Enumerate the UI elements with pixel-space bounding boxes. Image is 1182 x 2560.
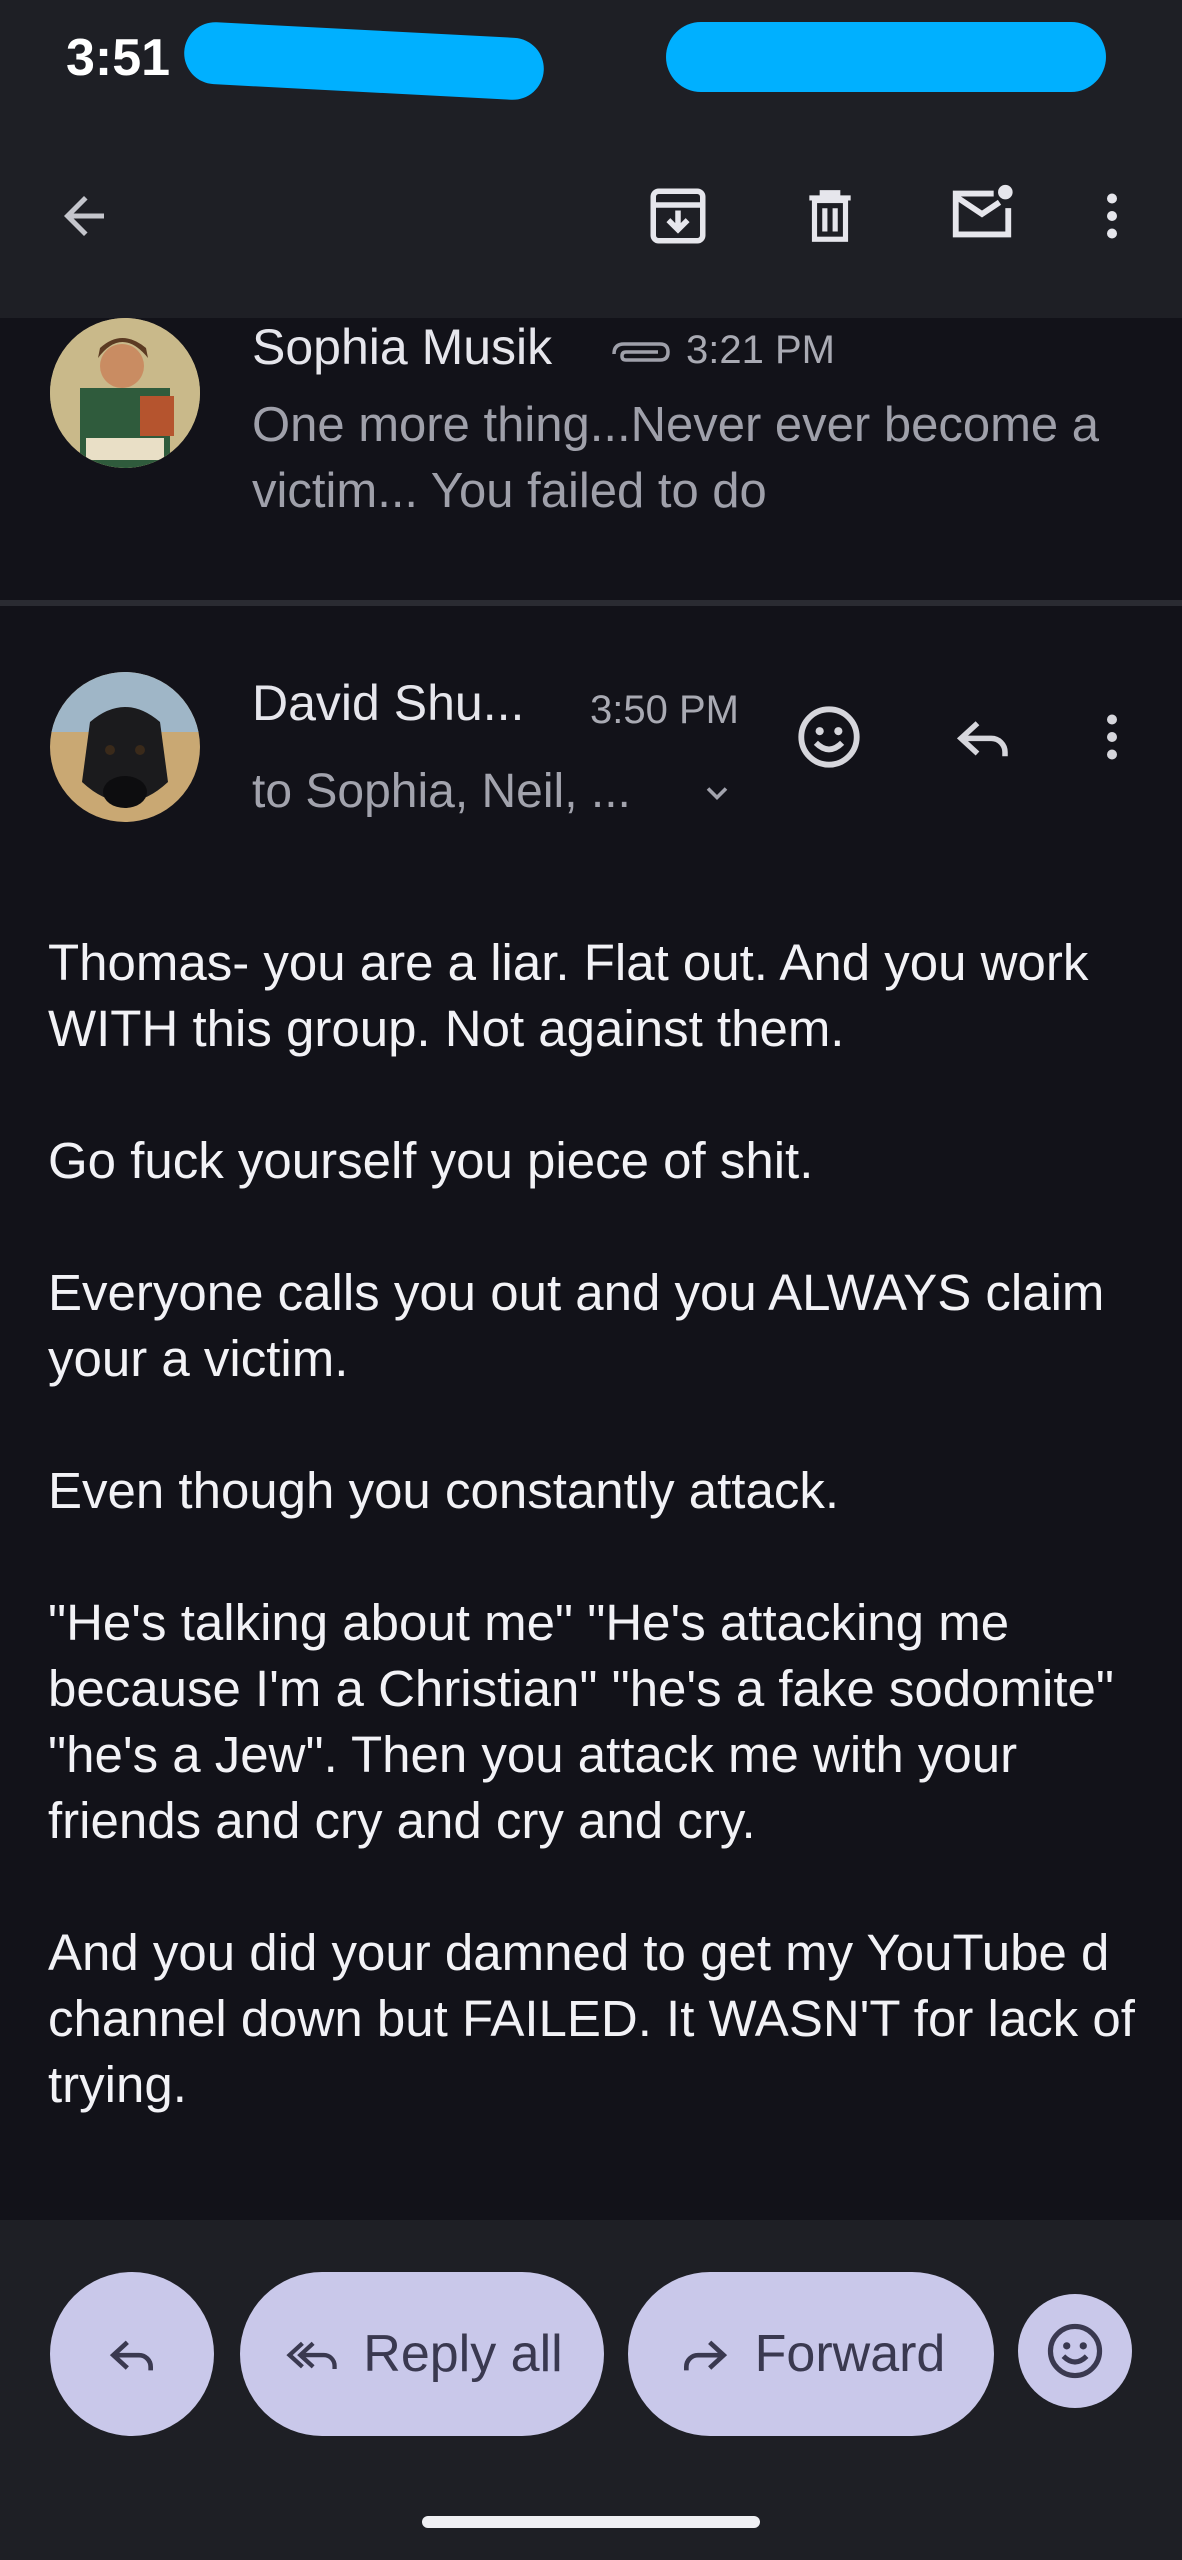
- divider: [0, 600, 1182, 606]
- reply-all-button[interactable]: Reply all: [240, 2272, 604, 2436]
- redaction-mark: [666, 22, 1106, 92]
- archive-button[interactable]: [638, 176, 718, 256]
- emoji-react-button[interactable]: [1018, 2294, 1132, 2408]
- body-paragraph: Thomas- you are a liar. Flat out. And yo…: [48, 934, 1089, 1057]
- reply-button[interactable]: [940, 694, 1026, 780]
- more-vert-icon: [1107, 714, 1117, 760]
- status-time: 3:51: [66, 29, 171, 87]
- body-paragraph: Even though you constantly attack.: [48, 1462, 839, 1519]
- sender-name: David Shu...: [252, 675, 525, 731]
- body-paragraph: Go fuck yourself you piece of shit.: [48, 1132, 814, 1189]
- chevron-down-icon: [706, 787, 728, 801]
- message-time: 3:21 PM: [686, 328, 835, 372]
- status-bar: 3:51: [0, 0, 1182, 120]
- message-time: 3:50 PM: [590, 688, 739, 732]
- reply-all-icon: [286, 2341, 337, 2369]
- home-indicator[interactable]: [422, 2516, 760, 2528]
- back-button[interactable]: [44, 176, 124, 256]
- expand-details-button[interactable]: [692, 768, 742, 818]
- message-more-button[interactable]: [1072, 694, 1152, 780]
- delete-button[interactable]: [790, 176, 870, 256]
- mail-unread-icon: [952, 184, 1013, 238]
- trash-icon: [809, 190, 851, 242]
- emoji-icon: [1047, 2323, 1103, 2379]
- more-vert-icon: [1107, 193, 1117, 239]
- forward-button[interactable]: Forward: [628, 2272, 994, 2436]
- react-emoji-button[interactable]: [786, 694, 872, 780]
- avatar: [50, 318, 200, 468]
- reply-icon: [109, 2340, 153, 2371]
- recipients[interactable]: to Sophia, Neil, ...: [252, 764, 631, 819]
- arrow-left-icon: [64, 196, 104, 236]
- body-paragraph: And you did your damned to get my YouTub…: [48, 1924, 1135, 2113]
- body-paragraph: "He's talking about me" "He's attacking …: [48, 1594, 1114, 1849]
- attachment-icon-wrap: [608, 334, 672, 374]
- reply-icon: [956, 721, 1008, 757]
- reply-button[interactable]: [50, 2272, 214, 2436]
- sender-name: Sophia Musik: [252, 319, 553, 375]
- message-snippet: One more thing...Never ever become a vic…: [252, 398, 1100, 518]
- forward-label: Forward: [754, 2325, 946, 2383]
- message-body: Thomas- you are a liar. Flat out. And yo…: [48, 930, 1148, 2184]
- action-bar: Reply all Forward: [0, 2220, 1182, 2560]
- app-bar: [0, 120, 1182, 318]
- body-paragraph: Everyone calls you out and you ALWAYS cl…: [48, 1264, 1105, 1387]
- mark-unread-button[interactable]: [940, 172, 1024, 256]
- archive-icon: [650, 188, 706, 244]
- reply-all-label: Reply all: [363, 2325, 563, 2383]
- collapsed-message[interactable]: Sophia Musik 3:21 PM One more thing...Ne…: [0, 318, 1182, 604]
- redaction-mark: [182, 20, 546, 102]
- paperclip-icon: [612, 342, 670, 362]
- avatar: [50, 672, 200, 822]
- forward-icon: [683, 2340, 727, 2371]
- more-options-button[interactable]: [1072, 176, 1152, 256]
- emoji-icon: [798, 706, 860, 768]
